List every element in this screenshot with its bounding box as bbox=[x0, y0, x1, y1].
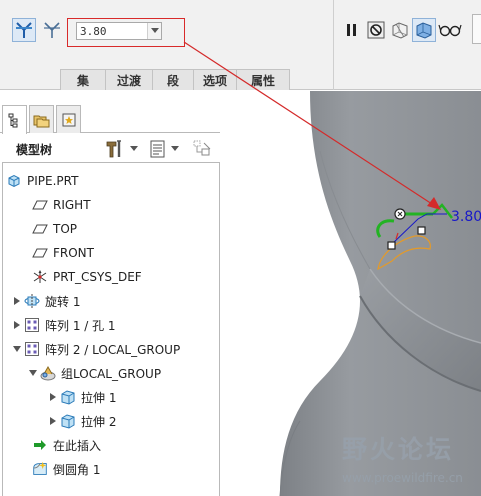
model-tree-panel: PIPE.PRT RIGHT TOP FRONT PRT_CSYS_DEF 旋转 1 阵列 … bbox=[2, 162, 220, 496]
datum-plane-icon bbox=[31, 244, 49, 262]
drag-handle-square-top[interactable] bbox=[417, 226, 426, 235]
chevron-down-icon bbox=[130, 146, 138, 151]
tree-item[interactable]: PIPE.PRT bbox=[5, 169, 78, 193]
watermark-title: 野火论坛 bbox=[342, 435, 455, 464]
revolve-icon bbox=[23, 292, 41, 310]
dimension-value-label[interactable]: 3.80 bbox=[451, 209, 481, 225]
dashboard-tab-0[interactable]: 集 bbox=[60, 69, 106, 90]
tree-settings-button[interactable] bbox=[149, 138, 179, 160]
chevron-down-icon[interactable] bbox=[147, 23, 161, 39]
solid-feature-icon[interactable] bbox=[12, 18, 36, 42]
model-tree-title: 模型树 bbox=[16, 142, 53, 157]
dashboard-tab-1[interactable]: 过渡 bbox=[105, 69, 153, 90]
tree-item-label: PIPE.PRT bbox=[27, 174, 79, 188]
tree-item-label: 阵列 2 / LOCAL_GROUP bbox=[45, 342, 181, 357]
depth-value-combo[interactable] bbox=[76, 22, 162, 40]
graphics-window[interactable]: 3.80 野火论坛 www.proewildfire.cn bbox=[220, 91, 481, 496]
tree-item-label: 旋转 1 bbox=[45, 294, 81, 309]
dashboard-tab-4[interactable]: 属性 bbox=[236, 69, 290, 90]
collapsed-arrow-icon[interactable] bbox=[11, 319, 23, 331]
collapsed-arrow-icon[interactable] bbox=[47, 415, 59, 427]
navigator-tab-strip bbox=[0, 100, 220, 134]
datum-plane-icon bbox=[31, 220, 49, 238]
tree-item[interactable]: TOP bbox=[19, 217, 77, 241]
tree-item-label: PRT_CSYS_DEF bbox=[53, 270, 142, 284]
feature-dashboard: 集过渡段选项属性 bbox=[0, 0, 481, 90]
tree-item[interactable]: 阵列 1 / 孔 1 bbox=[11, 313, 116, 337]
dashboard-tab-2[interactable]: 段 bbox=[152, 69, 194, 90]
geometry-preview-on-icon[interactable] bbox=[412, 18, 436, 42]
tree-item[interactable]: 阵列 2 / LOCAL_GROUP bbox=[11, 337, 180, 361]
folder-browser-tab[interactable] bbox=[29, 105, 54, 133]
pattern-icon bbox=[23, 316, 41, 334]
drag-handle-square-bottom[interactable] bbox=[387, 241, 396, 250]
tree-item-label: 在此插入 bbox=[53, 438, 102, 453]
datum-plane-icon bbox=[31, 196, 49, 214]
group-icon bbox=[39, 364, 57, 382]
extrude-icon bbox=[59, 412, 77, 430]
dashboard-tab-bar: 集过渡段选项 属性 bbox=[60, 69, 290, 90]
verify-glasses-icon[interactable] bbox=[437, 18, 463, 42]
tree-item-label: 拉伸 1 bbox=[81, 390, 117, 405]
tree-item[interactable]: 旋转 1 bbox=[11, 289, 80, 313]
collapsed-arrow-icon[interactable] bbox=[11, 295, 23, 307]
tree-item-label: RIGHT bbox=[53, 198, 91, 212]
tree-item-label: 组LOCAL_GROUP bbox=[61, 366, 162, 381]
hammer-wrench-icon bbox=[106, 140, 121, 158]
tree-item-label: TOP bbox=[53, 222, 78, 236]
favorites-tab[interactable] bbox=[56, 105, 81, 133]
no-preview-stop-icon[interactable] bbox=[364, 18, 388, 42]
tree-tools-button[interactable] bbox=[104, 138, 138, 160]
dashboard-overflow-button[interactable] bbox=[472, 14, 481, 44]
dashboard-divider bbox=[333, 0, 334, 90]
expanded-arrow-icon[interactable] bbox=[27, 367, 39, 379]
tree-item[interactable]: PRT_CSYS_DEF bbox=[19, 265, 142, 289]
tree-item[interactable]: RIGHT bbox=[19, 193, 91, 217]
tree-item[interactable]: 拉伸 1 bbox=[47, 385, 116, 409]
part-icon bbox=[5, 172, 23, 190]
round-icon bbox=[31, 460, 49, 478]
settings-list-icon bbox=[150, 140, 165, 158]
model-tree-tab[interactable] bbox=[2, 105, 27, 134]
extrude-icon bbox=[59, 388, 77, 406]
expanded-arrow-icon[interactable] bbox=[11, 343, 23, 355]
tree-item[interactable]: 倒圆角 1 bbox=[19, 457, 100, 481]
dashboard-tab-3[interactable]: 选项 bbox=[193, 69, 237, 90]
watermark-url: www.proewildfire.cn bbox=[342, 471, 463, 485]
depth-value-input[interactable] bbox=[77, 23, 147, 39]
chevron-down-icon bbox=[171, 146, 179, 151]
pause-icon[interactable] bbox=[340, 18, 364, 42]
tree-item[interactable]: 拉伸 2 bbox=[47, 409, 116, 433]
tree-filter-button[interactable] bbox=[192, 138, 212, 160]
tree-item[interactable]: 组LOCAL_GROUP bbox=[27, 361, 161, 385]
tree-item-label: 倒圆角 1 bbox=[53, 462, 101, 477]
tree-item-label: 拉伸 2 bbox=[81, 414, 117, 429]
tree-item[interactable]: 在此插入 bbox=[19, 433, 101, 457]
model-tree-header: 模型树 bbox=[4, 136, 220, 162]
pattern-icon bbox=[23, 340, 41, 358]
surface-feature-icon[interactable] bbox=[40, 18, 64, 42]
tree-item-label: 阵列 1 / 孔 1 bbox=[45, 318, 116, 333]
geometry-preview-off-icon[interactable] bbox=[388, 18, 412, 42]
collapsed-arrow-icon[interactable] bbox=[47, 391, 59, 403]
show-hide-filter-icon bbox=[193, 140, 211, 156]
tree-item-label: FRONT bbox=[53, 246, 94, 260]
coordinate-system-icon bbox=[31, 268, 49, 286]
insert-here-arrow-icon bbox=[31, 436, 49, 454]
tree-item[interactable]: FRONT bbox=[19, 241, 94, 265]
